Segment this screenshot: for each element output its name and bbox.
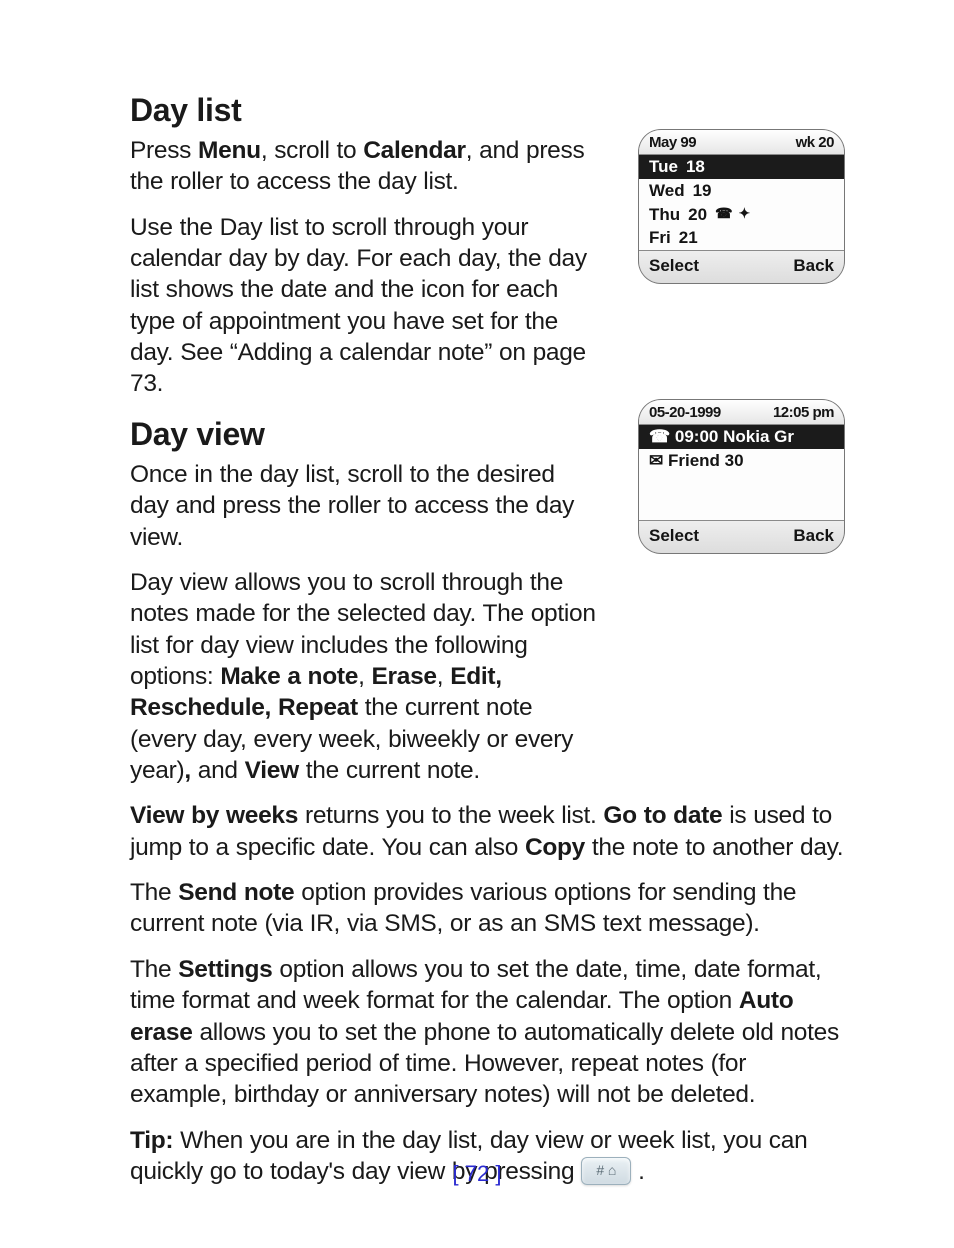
phone1-row3-day: Fri	[649, 227, 671, 249]
page-number: [ 72 ]	[0, 1160, 954, 1188]
day-view-p1: Once in the day list, scroll to the desi…	[130, 459, 600, 553]
day-list-p1: Press Menu, scroll to Calendar, and pres…	[130, 135, 600, 198]
page: May 99 wk 20 Tue 18 Wed 19 Thu 20 ☎ ✦ Fr…	[0, 0, 954, 1248]
phone2-row1: ✉ Friend 30	[649, 450, 744, 472]
phone-icon: ☎	[715, 205, 732, 223]
phone2-softkey-left: Select	[649, 525, 699, 547]
phone2-top-left: 05-20-1999	[649, 403, 721, 422]
day-view-p2: Day view allows you to scroll through th…	[130, 567, 600, 787]
phone1-row2-day: Thu	[649, 204, 680, 226]
view-by-weeks-p: View by weeks returns you to the week li…	[130, 800, 844, 863]
phone1-row0-date: 18	[686, 156, 705, 178]
phone2-top-right: 12:05 pm	[773, 403, 834, 422]
phone2-softkey-right: Back	[793, 525, 834, 547]
phone1-row0-day: Tue	[649, 156, 678, 178]
phone1-softkey-left: Select	[649, 255, 699, 277]
phone1-row1-date: 19	[693, 180, 712, 202]
phone1-top-right: wk 20	[796, 133, 834, 152]
send-note-p: The Send note option provides various op…	[130, 877, 844, 940]
phone1-row2-date: 20	[688, 204, 707, 226]
heading-day-list: Day list	[130, 90, 844, 131]
phone1-row2-icons: ☎ ✦	[715, 205, 750, 223]
phone1-top-left: May 99	[649, 133, 696, 152]
phone1-row1-day: Wed	[649, 180, 685, 202]
phone1-row3-date: 21	[679, 227, 698, 249]
settings-p: The Settings option allows you to set th…	[130, 954, 844, 1111]
figure-day-list-screen: May 99 wk 20 Tue 18 Wed 19 Thu 20 ☎ ✦ Fr…	[639, 130, 844, 283]
phone1-softkey-right: Back	[793, 255, 834, 277]
figure-day-view-screen: 05-20-1999 12:05 pm ☎ 09:00 Nokia Gr ✉ F…	[639, 400, 844, 553]
birthday-icon: ✦	[739, 205, 751, 223]
day-list-p2: Use the Day list to scroll through your …	[130, 212, 600, 400]
phone2-row0: ☎ 09:00 Nokia Gr	[649, 426, 794, 448]
